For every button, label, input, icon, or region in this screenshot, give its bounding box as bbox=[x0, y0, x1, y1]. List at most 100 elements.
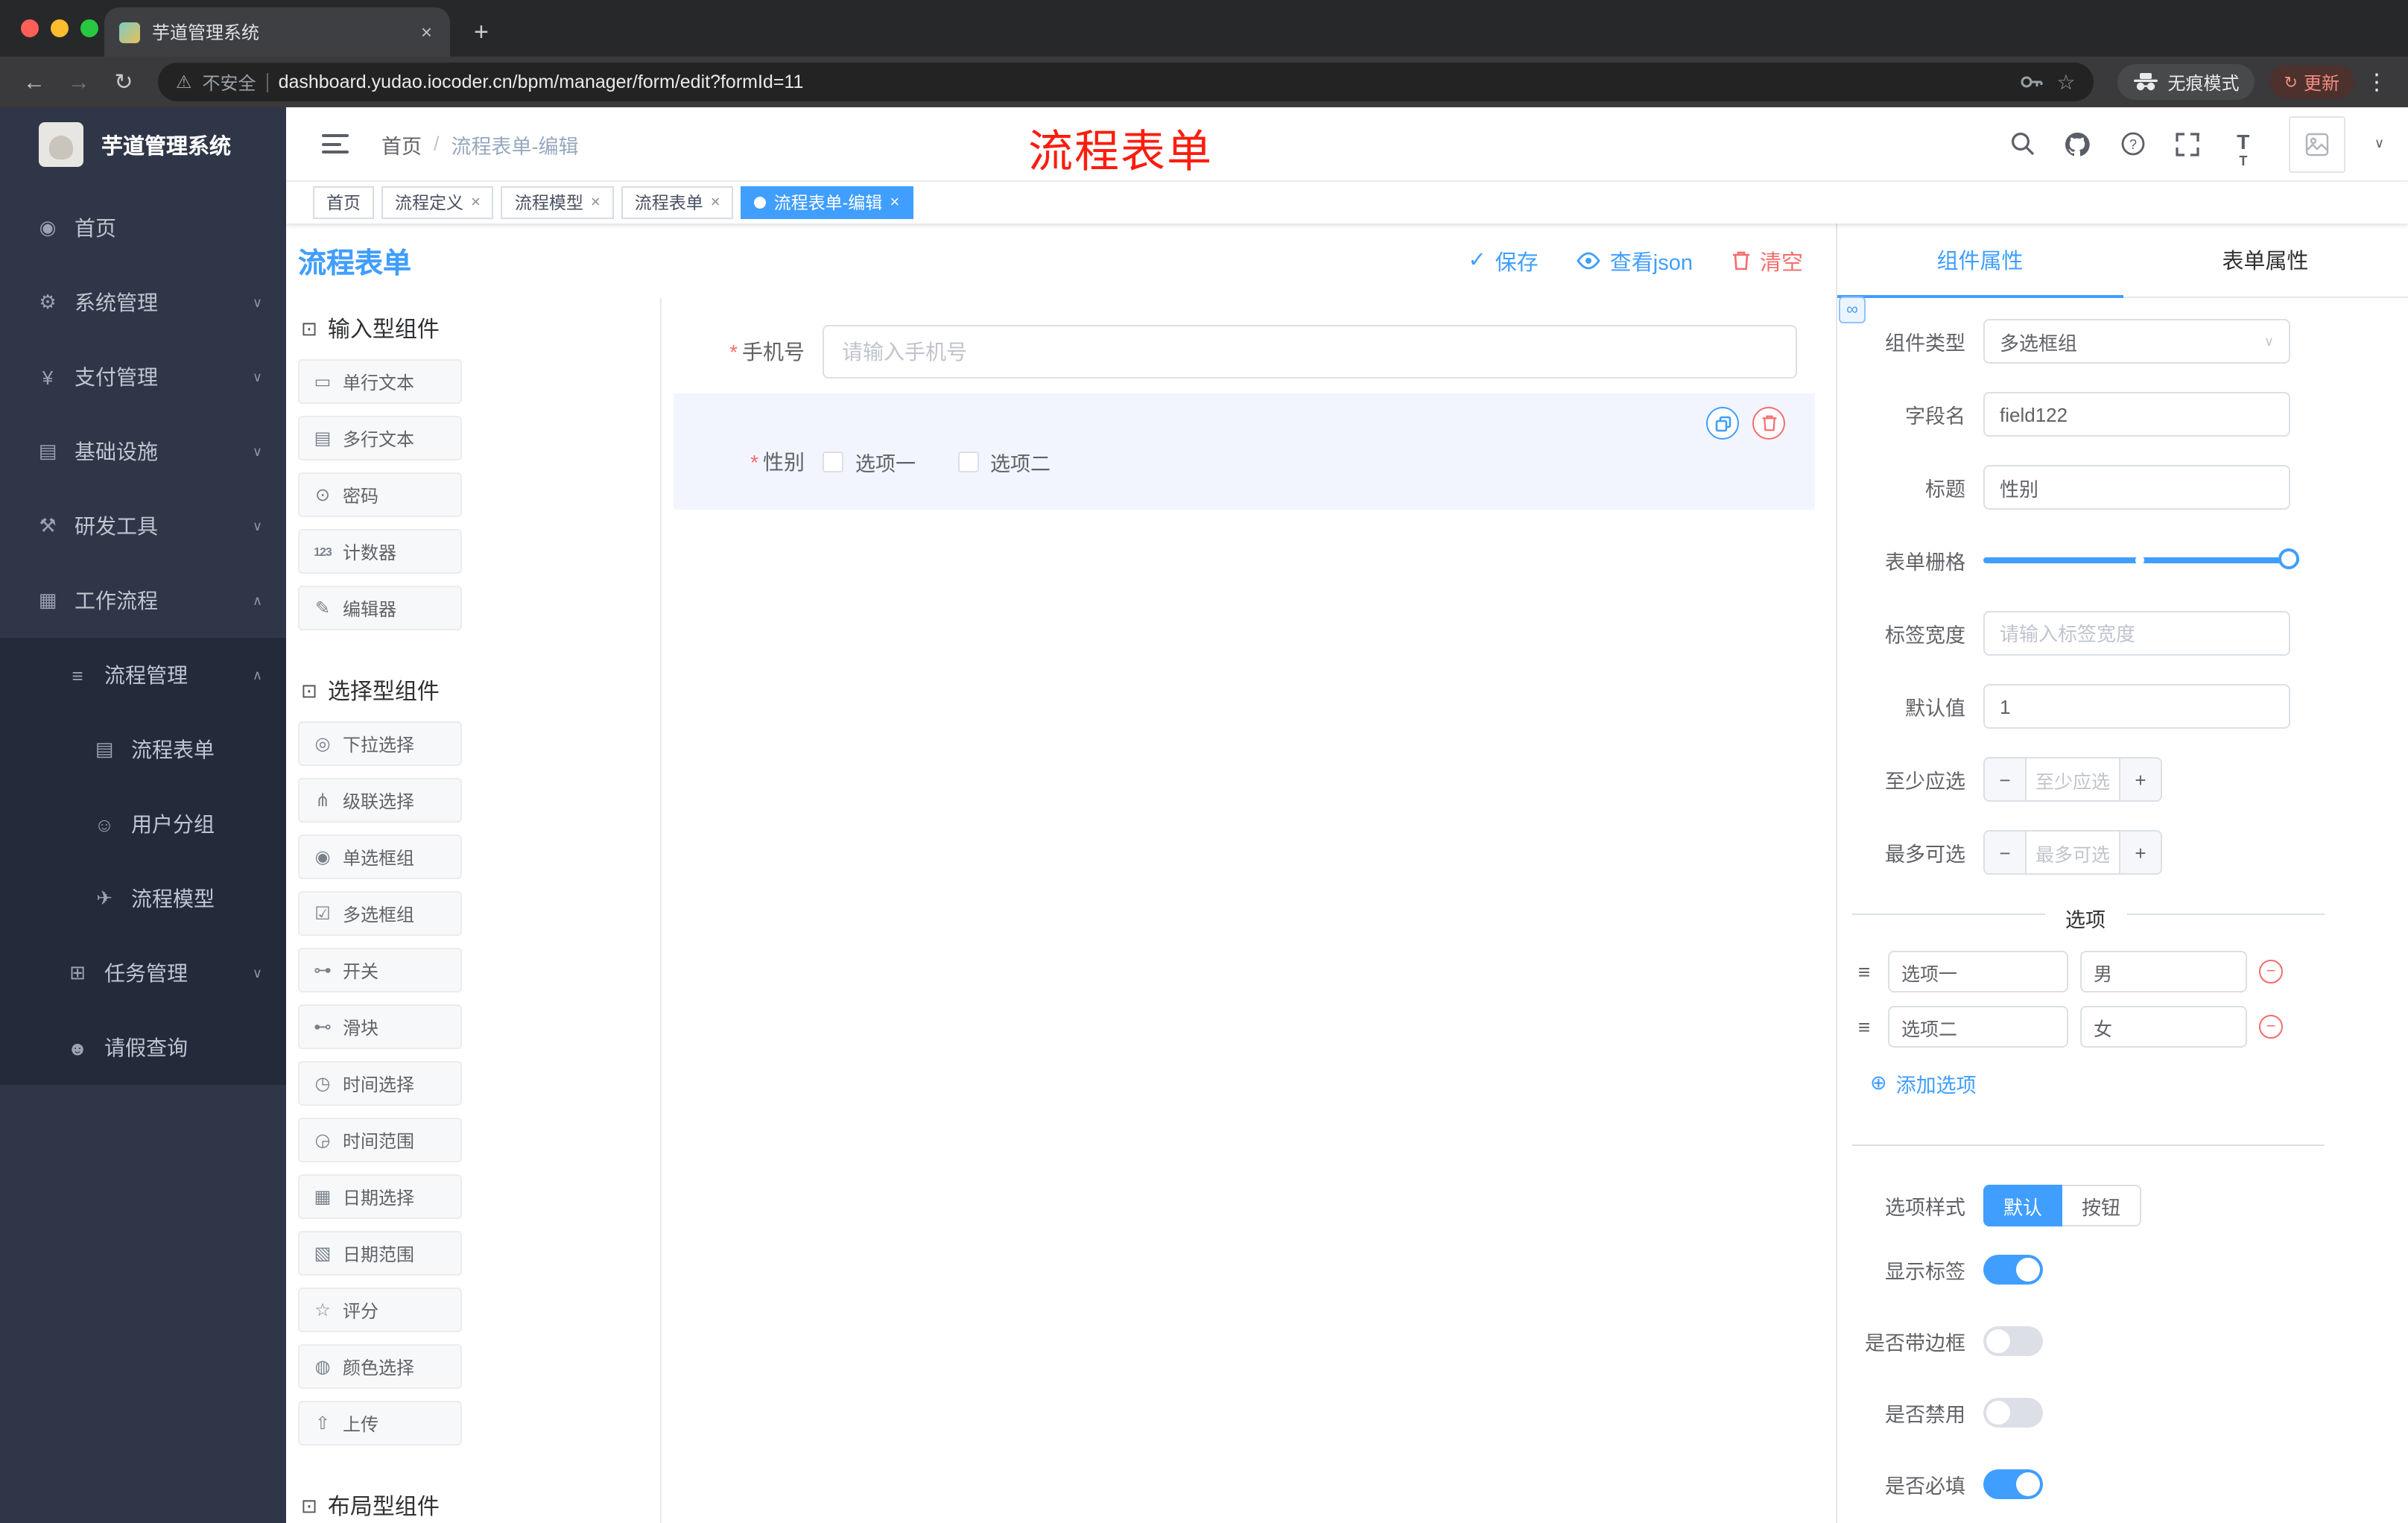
font-size-icon[interactable]: TT bbox=[2228, 129, 2258, 168]
palette-item-switch[interactable]: ⊶ 开关 bbox=[298, 948, 462, 992]
tag-process-model[interactable]: 流程模型 × bbox=[501, 186, 614, 219]
option-label-input[interactable] bbox=[1888, 951, 2068, 992]
sidebar-item-user-group[interactable]: ☺ 用户分组 bbox=[0, 787, 286, 861]
increase-button[interactable]: + bbox=[2119, 759, 2161, 800]
palette-item-cascader[interactable]: ⋔ 级联选择 bbox=[298, 778, 462, 823]
fullscreen-icon[interactable] bbox=[2173, 129, 2203, 159]
required-switch[interactable] bbox=[1983, 1469, 2043, 1499]
remove-option-button[interactable]: − bbox=[2259, 1015, 2283, 1039]
palette-item-checkbox-group[interactable]: ☑ 多选框组 bbox=[298, 891, 462, 936]
checkbox-option-2[interactable]: 选项二 bbox=[957, 447, 1051, 477]
palette-item-password[interactable]: ⊙ 密码 bbox=[298, 472, 462, 517]
palette-item-date-picker[interactable]: ▦ 日期选择 bbox=[298, 1174, 462, 1219]
option-value-input[interactable] bbox=[2080, 1006, 2247, 1048]
decrease-button[interactable]: − bbox=[1985, 832, 2027, 873]
password-key-icon[interactable] bbox=[2016, 67, 2046, 97]
stepper-placeholder[interactable]: 最多可选 bbox=[2027, 832, 2119, 873]
bookmark-star-icon[interactable]: ☆ bbox=[2056, 69, 2075, 95]
palette-item-textarea[interactable]: ▤ 多行文本 bbox=[298, 416, 462, 460]
sidebar-item-process-form[interactable]: ▤ 流程表单 bbox=[0, 712, 286, 787]
browser-tab[interactable]: 芋道管理系统 × bbox=[104, 7, 450, 57]
component-type-select[interactable]: 多选框组 ∨ bbox=[1983, 319, 2290, 364]
tag-home[interactable]: 首页 bbox=[313, 186, 374, 219]
canvas-field-phone[interactable]: * 手机号 bbox=[674, 325, 1797, 379]
tab-close-icon[interactable]: × bbox=[418, 21, 435, 43]
checkbox-option-1[interactable]: 选项一 bbox=[823, 447, 916, 477]
maximize-window-button[interactable] bbox=[80, 19, 98, 37]
link-icon[interactable]: ∞ bbox=[1839, 297, 1866, 323]
grid-slider[interactable] bbox=[1983, 538, 2299, 583]
palette-item-slider[interactable]: ⊷ 滑块 bbox=[298, 1004, 462, 1049]
tab-component-props[interactable]: 组件属性 bbox=[1837, 224, 2123, 298]
sidebar-item-process-model[interactable]: ✈ 流程模型 bbox=[0, 861, 286, 936]
slider-handle[interactable] bbox=[2278, 548, 2299, 569]
option-label-input[interactable] bbox=[1888, 1006, 2068, 1048]
sidebar-item-payment[interactable]: ¥ 支付管理 ∨ bbox=[0, 340, 286, 414]
address-bar[interactable]: ⚠ 不安全 dashboard.yudao.iocoder.cn/bpm/man… bbox=[158, 63, 2094, 101]
drag-option-icon[interactable]: ≡ bbox=[1852, 960, 1876, 984]
browser-update-button[interactable]: ↻ 更新 bbox=[2269, 66, 2354, 98]
add-option-button[interactable]: ⊕ 添加选项 bbox=[1870, 1068, 2319, 1098]
sidebar-item-infrastructure[interactable]: ▤ 基础设施 ∨ bbox=[0, 414, 286, 489]
help-icon[interactable]: ? bbox=[2118, 129, 2148, 159]
new-tab-button[interactable]: + bbox=[474, 19, 489, 45]
tab-form-props[interactable]: 表单属性 bbox=[2123, 224, 2408, 297]
sidebar-logo-row[interactable]: 芋道管理系统 bbox=[0, 107, 286, 182]
clear-button[interactable]: 清空 bbox=[1731, 245, 1803, 276]
style-default-button[interactable]: 默认 bbox=[1983, 1185, 2062, 1226]
style-button-button[interactable]: 按钮 bbox=[2062, 1185, 2141, 1226]
default-value-input[interactable] bbox=[1983, 684, 2290, 729]
avatar[interactable] bbox=[2289, 115, 2346, 172]
show-label-switch[interactable] bbox=[1983, 1255, 2043, 1285]
sidebar-item-task-management[interactable]: ⊞ 任务管理 ∨ bbox=[0, 936, 286, 1010]
sidebar-item-system[interactable]: ⚙ 系统管理 ∨ bbox=[0, 265, 286, 340]
back-button[interactable]: ← bbox=[15, 69, 54, 95]
sidebar-item-workflow[interactable]: ▦ 工作流程 ∧ bbox=[0, 563, 286, 638]
palette-item-editor[interactable]: ✎ 编辑器 bbox=[298, 586, 462, 630]
tag-close-icon[interactable]: × bbox=[591, 194, 601, 212]
search-icon[interactable] bbox=[2008, 129, 2038, 159]
drag-option-icon[interactable]: ≡ bbox=[1852, 1015, 1876, 1039]
sidebar-item-process-management[interactable]: ≡ 流程管理 ∧ bbox=[0, 638, 286, 712]
minimize-window-button[interactable] bbox=[51, 19, 69, 37]
remove-option-button[interactable]: − bbox=[2259, 960, 2283, 984]
disabled-switch[interactable] bbox=[1983, 1398, 2043, 1428]
browser-menu-icon[interactable]: ⋮ bbox=[2360, 69, 2393, 95]
tag-close-icon[interactable]: × bbox=[471, 194, 481, 212]
sidebar-item-devtools[interactable]: ⚒ 研发工具 ∨ bbox=[0, 489, 286, 563]
delete-field-button[interactable] bbox=[1752, 407, 1785, 440]
tag-close-icon[interactable]: × bbox=[711, 194, 720, 212]
url-text[interactable]: dashboard.yudao.iocoder.cn/bpm/manager/f… bbox=[279, 72, 2006, 92]
tag-process-definition[interactable]: 流程定义 × bbox=[381, 186, 494, 219]
hamburger-icon[interactable] bbox=[322, 134, 349, 153]
increase-button[interactable]: + bbox=[2119, 832, 2161, 873]
phone-input[interactable] bbox=[823, 325, 1797, 379]
field-name-input[interactable] bbox=[1983, 392, 2290, 437]
palette-item-radio-group[interactable]: ◉ 单选框组 bbox=[298, 835, 462, 879]
github-icon[interactable] bbox=[2063, 129, 2093, 159]
palette-item-color-picker[interactable]: ◍ 颜色选择 bbox=[298, 1344, 462, 1389]
option-value-input[interactable] bbox=[2080, 951, 2247, 992]
palette-item-date-range[interactable]: ▧ 日期范围 bbox=[298, 1231, 462, 1276]
border-switch[interactable] bbox=[1983, 1326, 2043, 1356]
view-json-button[interactable]: 查看json bbox=[1577, 245, 1693, 276]
palette-item-rate[interactable]: ☆ 评分 bbox=[298, 1288, 462, 1332]
reload-button[interactable]: ↻ bbox=[104, 69, 143, 95]
palette-item-select[interactable]: ◎ 下拉选择 bbox=[298, 721, 462, 766]
sidebar-item-home[interactable]: ◉ 首页 bbox=[0, 191, 286, 265]
stepper-placeholder[interactable]: 至少应选 bbox=[2027, 759, 2119, 800]
title-input[interactable] bbox=[1983, 465, 2290, 510]
palette-item-time-picker[interactable]: ◷ 时间选择 bbox=[298, 1061, 462, 1106]
tag-process-form-edit[interactable]: 流程表单-编辑 × bbox=[741, 186, 913, 219]
tag-process-form[interactable]: 流程表单 × bbox=[621, 186, 734, 219]
avatar-caret-icon[interactable]: ∨ bbox=[2374, 136, 2384, 152]
sidebar-item-leave-query[interactable]: ☻ 请假查询 bbox=[0, 1010, 286, 1085]
save-button[interactable]: ✓ 保存 bbox=[1468, 245, 1538, 276]
breadcrumb-home[interactable]: 首页 bbox=[381, 129, 422, 159]
canvas-field-gender-selected[interactable]: * 性别 选项一 选项二 bbox=[674, 393, 1815, 510]
forward-button[interactable]: → bbox=[60, 69, 98, 95]
copy-field-button[interactable] bbox=[1706, 407, 1739, 440]
palette-item-time-range[interactable]: ◶ 时间范围 bbox=[298, 1118, 462, 1162]
decrease-button[interactable]: − bbox=[1985, 759, 2027, 800]
close-window-button[interactable] bbox=[21, 19, 39, 37]
